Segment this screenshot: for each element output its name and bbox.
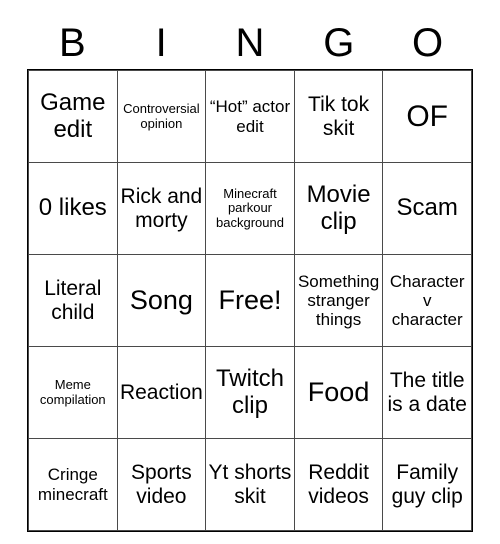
bingo-card: B I N G O Game edit Controversial opinion “Hot… bbox=[0, 0, 500, 544]
bingo-cell-label: Food bbox=[307, 377, 370, 408]
bingo-cell[interactable]: Rick and morty bbox=[116, 162, 207, 255]
bingo-cell-label: Scam bbox=[396, 194, 458, 222]
bingo-cell[interactable]: Character v character bbox=[382, 254, 472, 347]
bingo-cell-label: Sports video bbox=[131, 460, 192, 508]
bingo-row: Cringe minecraft Sports video Yt shorts sk… bbox=[28, 438, 472, 531]
bingo-cell[interactable]: “Hot” actor edit bbox=[205, 70, 295, 163]
bingo-cell[interactable]: Scam bbox=[382, 162, 472, 255]
bingo-cell[interactable]: Movie clip bbox=[293, 162, 384, 255]
bingo-cell-label: Controversial opinion bbox=[123, 100, 200, 131]
bingo-cell[interactable]: OF bbox=[382, 70, 472, 163]
bingo-header-letter: B bbox=[59, 21, 86, 65]
bingo-cell-label: Tik tok skit bbox=[308, 92, 370, 140]
bingo-cell-label: Literal child bbox=[44, 276, 102, 324]
bingo-cell-label: Game edit bbox=[40, 88, 106, 143]
bingo-cell-label: Something stranger things bbox=[297, 271, 380, 330]
bingo-cell-label: Minecraft parkour background bbox=[216, 185, 284, 230]
bingo-cell-label: Cringe minecraft bbox=[37, 465, 108, 504]
bingo-cell[interactable]: Free! bbox=[205, 254, 295, 347]
bingo-cell-label: Free! bbox=[218, 285, 282, 316]
bingo-cell[interactable]: Meme compilation bbox=[28, 346, 118, 439]
bingo-cell[interactable]: Yt shorts skit bbox=[205, 438, 295, 531]
bingo-cell-label: The title is a date bbox=[387, 368, 467, 416]
bingo-cell-label: OF bbox=[406, 99, 449, 133]
bingo-header-letter: O bbox=[412, 21, 444, 65]
bingo-cell-label: “Hot” actor edit bbox=[209, 97, 291, 136]
bingo-header-letter: I bbox=[155, 21, 167, 65]
bingo-header: BINGO bbox=[28, 16, 472, 70]
bingo-cell-label: 0 likes bbox=[38, 194, 107, 222]
bingo-grid-body: Game edit Controversial opinion “Hot” acto… bbox=[28, 70, 472, 531]
bingo-cell[interactable]: Food bbox=[293, 346, 384, 439]
bingo-cell[interactable]: Twitch clip bbox=[205, 346, 295, 439]
bingo-cell-label: Family guy clip bbox=[391, 460, 463, 508]
bingo-cell-label: Song bbox=[129, 285, 193, 316]
bingo-cell[interactable]: Family guy clip bbox=[382, 438, 472, 531]
bingo-cell[interactable]: Game edit bbox=[28, 70, 118, 163]
bingo-cell[interactable]: Reddit videos bbox=[293, 438, 384, 531]
bingo-row: Literal child Song Free! Something stranger… bbox=[28, 254, 472, 347]
bingo-cell[interactable]: Cringe minecraft bbox=[28, 438, 118, 531]
bingo-row: 0 likes Rick and morty Minecraft parkour b… bbox=[28, 162, 472, 255]
bingo-cell-label: Yt shorts skit bbox=[208, 460, 292, 508]
bingo-cell[interactable]: Controversial opinion bbox=[116, 70, 207, 163]
bingo-cell-label: Character v character bbox=[389, 271, 465, 330]
bingo-grid: Game edit Controversial opinion “Hot” acto… bbox=[27, 69, 473, 532]
bingo-cell-label: Twitch clip bbox=[215, 364, 284, 419]
bingo-row: Game edit Controversial opinion “Hot” acto… bbox=[28, 70, 472, 163]
bingo-cell[interactable]: Tik tok skit bbox=[293, 70, 384, 163]
bingo-cell-label: Rick and morty bbox=[120, 184, 203, 232]
bingo-cell-label: Movie clip bbox=[306, 180, 371, 235]
bingo-cell[interactable]: Sports video bbox=[116, 438, 207, 531]
bingo-cell[interactable]: Reaction bbox=[116, 346, 207, 439]
bingo-cell-label: Reddit videos bbox=[308, 460, 369, 508]
bingo-cell[interactable]: The title is a date bbox=[382, 346, 472, 439]
bingo-cell-label: Reaction bbox=[119, 380, 203, 404]
bingo-row: Meme compilation Reaction Twitch clip Food T… bbox=[28, 346, 472, 439]
bingo-cell[interactable]: 0 likes bbox=[28, 162, 118, 255]
bingo-cell[interactable]: Something stranger things bbox=[293, 254, 384, 347]
bingo-header-letter: G bbox=[323, 21, 355, 65]
bingo-cell[interactable]: Literal child bbox=[28, 254, 118, 347]
bingo-cell[interactable]: Minecraft parkour background bbox=[205, 162, 295, 255]
bingo-header-letter: N bbox=[235, 21, 265, 65]
bingo-cell[interactable]: Song bbox=[116, 254, 207, 347]
bingo-cell-label: Meme compilation bbox=[39, 376, 106, 407]
